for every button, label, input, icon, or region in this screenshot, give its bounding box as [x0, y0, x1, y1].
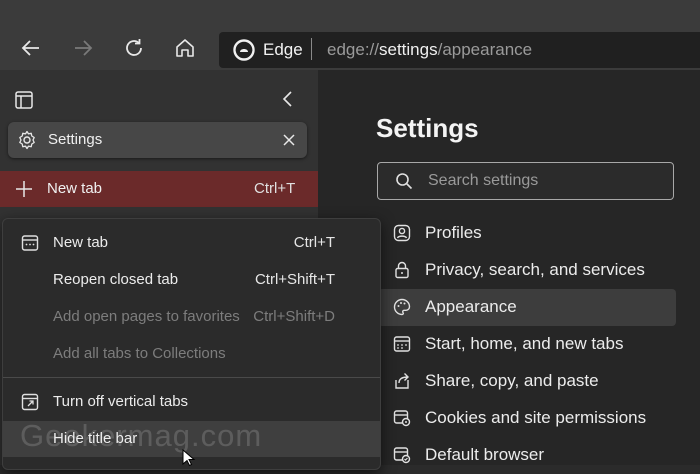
url-scheme: edge://: [327, 40, 379, 59]
refresh-button[interactable]: [116, 30, 152, 66]
address-brand: Edge: [263, 40, 303, 59]
new-tab-icon: [21, 235, 39, 251]
menu-item-new-tab[interactable]: New tab Ctrl+T: [3, 225, 380, 261]
mouse-cursor-icon: [182, 449, 196, 467]
nav-item-label: Cookies and site permissions: [425, 408, 647, 427]
menu-item-shortcut: Ctrl+Shift+T: [254, 271, 335, 288]
vertical-tabs-icon: [21, 393, 39, 411]
address-separator: [311, 38, 312, 60]
forward-button[interactable]: [65, 30, 101, 66]
start-home-icon: [393, 336, 411, 352]
new-tab-label: New tab: [47, 180, 103, 197]
back-arrow-icon: [21, 40, 39, 56]
back-button[interactable]: [13, 30, 49, 66]
profile-icon: [393, 224, 411, 242]
share-icon: [395, 373, 409, 389]
nav-item-label: Start, home, and new tabs: [425, 334, 624, 353]
palette-icon: [393, 298, 411, 316]
tab-settings[interactable]: Settings: [8, 122, 307, 158]
forward-arrow-icon: [75, 40, 93, 56]
menu-item-add-to-collections: Add all tabs to Collections: [3, 336, 380, 372]
browser-icon: [393, 447, 411, 464]
nav-item-default-browser[interactable]: Default browser: [378, 437, 676, 474]
home-button[interactable]: [167, 30, 203, 66]
edge-logo-icon: [233, 39, 255, 61]
nav-item-cookies[interactable]: Cookies and site permissions: [378, 400, 676, 437]
menu-item-shortcut: Ctrl+Shift+D: [253, 308, 335, 325]
menu-item-label: Add open pages to favorites: [53, 308, 240, 325]
refresh-icon: [126, 39, 142, 56]
home-icon: [176, 39, 194, 57]
watermark: Geekermag.com: [20, 418, 263, 453]
menu-item-add-to-favorites: Add open pages to favorites Ctrl+Shift+D: [3, 299, 380, 335]
menu-item-shortcut: Ctrl+T: [293, 234, 335, 251]
nav-item-label: Profiles: [425, 223, 482, 242]
menu-divider: [3, 377, 380, 378]
menu-item-label: Reopen closed tab: [53, 271, 179, 288]
menu-item-turn-off-vertical-tabs[interactable]: Turn off vertical tabs: [3, 384, 380, 420]
nav-item-start-home[interactable]: Start, home, and new tabs: [378, 326, 676, 363]
nav-item-label: Privacy, search, and services: [425, 260, 645, 279]
chevron-left-icon[interactable]: [278, 89, 298, 109]
new-tab-shortcut: Ctrl+T: [254, 180, 296, 197]
lock-icon: [395, 261, 409, 279]
address-url: edge://settings/appearance: [327, 40, 532, 60]
plus-icon: [16, 181, 32, 197]
url-host: settings: [379, 40, 438, 59]
browser-toolbar: Edge edge://settings/appearance: [0, 0, 700, 70]
tab-actions-icon[interactable]: [14, 90, 34, 110]
gear-icon: [19, 130, 35, 150]
new-tab-button[interactable]: New tab Ctrl+T: [0, 171, 318, 207]
menu-item-label: New tab: [53, 234, 109, 251]
menu-item-label: Turn off vertical tabs: [53, 393, 189, 410]
page-title: Settings: [376, 113, 479, 143]
search-box[interactable]: [377, 162, 674, 200]
menu-item-label: Add all tabs to Collections: [53, 345, 226, 362]
close-icon[interactable]: [280, 131, 298, 149]
nav-item-profiles[interactable]: Profiles: [378, 215, 676, 252]
nav-item-privacy[interactable]: Privacy, search, and services: [378, 252, 676, 289]
nav-item-label: Share, copy, and paste: [425, 371, 599, 390]
nav-item-share[interactable]: Share, copy, and paste: [378, 363, 676, 400]
tab-label: Settings: [48, 131, 103, 148]
search-input[interactable]: [428, 170, 658, 192]
nav-item-appearance[interactable]: Appearance: [376, 289, 676, 326]
url-path: /appearance: [437, 40, 533, 59]
search-icon: [396, 173, 413, 190]
address-bar[interactable]: Edge edge://settings/appearance: [219, 32, 700, 68]
nav-item-label: Appearance: [425, 297, 517, 316]
pane-header: [0, 70, 318, 120]
menu-item-reopen-closed-tab[interactable]: Reopen closed tab Ctrl+Shift+T: [3, 262, 380, 298]
nav-item-label: Default browser: [425, 445, 545, 464]
cookies-icon: [393, 410, 411, 427]
